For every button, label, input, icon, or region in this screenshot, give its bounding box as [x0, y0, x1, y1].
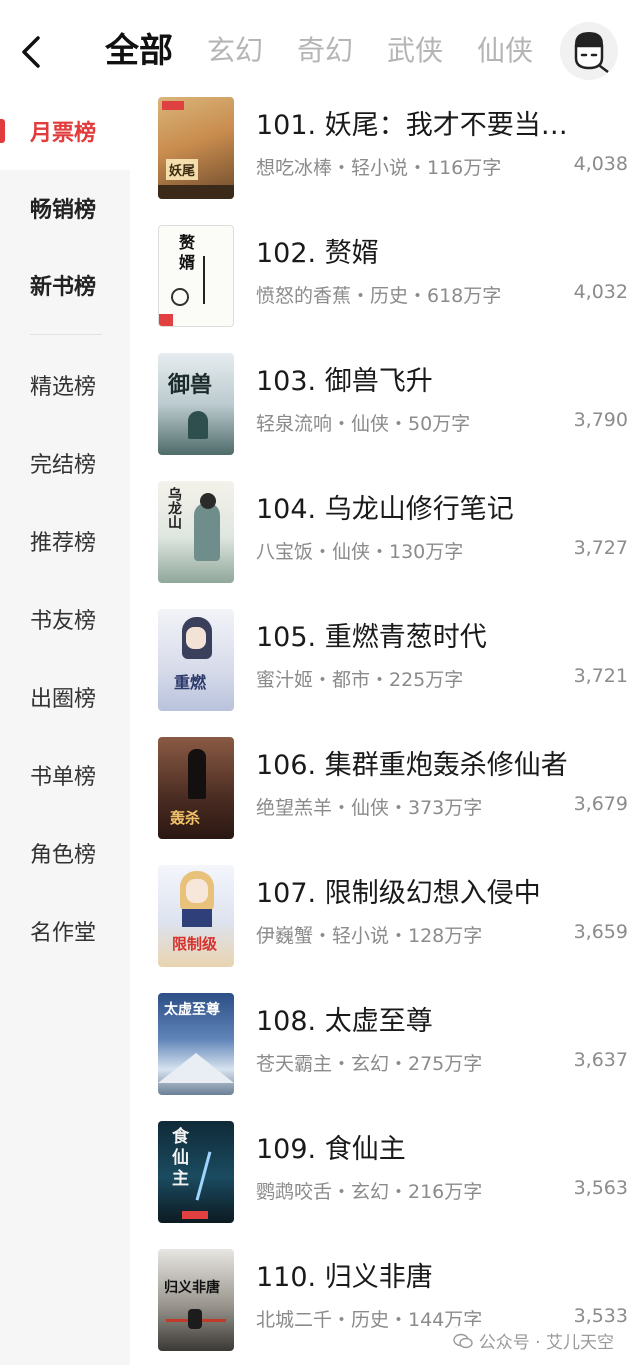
book-row[interactable]: 食仙主 109. 食仙主 鹦鹉咬舌・玄幻・216万字 3,563 [158, 1121, 628, 1225]
sidebar-item-reader-friends[interactable]: 书友榜 [0, 580, 130, 658]
book-cover[interactable]: 食仙主 [158, 1121, 234, 1223]
book-title[interactable]: 104. 乌龙山修行笔记 [256, 487, 586, 526]
book-meta: 绝望羔羊・仙侠・373万字 [256, 797, 483, 819]
book-cover[interactable]: 妖尾 [158, 97, 234, 199]
vote-count: 3,659 [573, 921, 628, 943]
book-cover[interactable]: 乌龙山 [158, 481, 234, 583]
tab-qihuan[interactable]: 奇幻 [297, 26, 353, 76]
book-meta: 蜜汁姬・都市・225万字 [256, 669, 464, 691]
vote-count: 3,721 [573, 665, 628, 687]
book-cover[interactable]: 轰杀 [158, 737, 234, 839]
book-meta: 苍天霸主・玄幻・275万字 [256, 1053, 483, 1075]
book-row[interactable]: 轰杀 106. 集群重炮轰杀修仙者 绝望羔羊・仙侠・373万字 3,679 [158, 737, 628, 841]
vote-count: 3,563 [573, 1177, 628, 1199]
sidebar-item-bestseller[interactable]: 畅销榜 [0, 169, 130, 247]
book-meta: 想吃冰棒・轻小说・116万字 [256, 157, 502, 179]
category-tabs: 全部 玄幻 奇幻 武侠 仙侠 [105, 26, 567, 76]
book-title[interactable]: 108. 太虚至尊 [256, 999, 586, 1038]
vote-count: 3,727 [573, 537, 628, 559]
book-title[interactable]: 105. 重燃青葱时代 [256, 615, 586, 654]
book-meta: 轻泉流响・仙侠・50万字 [256, 413, 471, 435]
book-meta: 八宝饭・仙侠・130万字 [256, 541, 464, 563]
book-title[interactable]: 101. 妖尾：我才不要当… [256, 103, 586, 142]
book-cover[interactable]: 归义非唐 [158, 1249, 234, 1351]
tab-wuxia[interactable]: 武侠 [387, 26, 443, 76]
book-row[interactable]: 妖尾 101. 妖尾：我才不要当… 想吃冰棒・轻小说・116万字 4,038 [158, 97, 628, 201]
tab-xianxia[interactable]: 仙侠 [477, 26, 533, 76]
sidebar-item-completed[interactable]: 完结榜 [0, 424, 130, 502]
vote-count: 3,637 [573, 1049, 628, 1071]
sidebar-item-featured[interactable]: 精选榜 [0, 346, 130, 424]
book-meta: 愤怒的香蕉・历史・618万字 [256, 285, 502, 307]
book-row[interactable]: 太虚至尊 108. 太虚至尊 苍天霸主・玄幻・275万字 3,637 [158, 993, 628, 1097]
sidebar-item-recommended[interactable]: 推荐榜 [0, 502, 130, 580]
tab-all[interactable]: 全部 [105, 26, 173, 76]
top-bar: 全部 玄幻 奇幻 武侠 仙侠 [0, 0, 640, 100]
tab-xuanhuan[interactable]: 玄幻 [207, 26, 263, 76]
book-row[interactable]: 限制级 107. 限制级幻想入侵中 伊巍蟹・轻小说・128万字 3,659 [158, 865, 628, 969]
user-avatar-icon[interactable] [560, 22, 618, 80]
book-cover[interactable]: 重燃 [158, 609, 234, 711]
vote-count: 3,790 [573, 409, 628, 431]
sidebar-item-monthly-ticket[interactable]: 月票榜 [0, 92, 130, 170]
book-row[interactable]: 重燃 105. 重燃青葱时代 蜜汁姬・都市・225万字 3,721 [158, 609, 628, 713]
book-title[interactable]: 102. 赘婿 [256, 231, 586, 270]
book-row[interactable]: 赘婿 102. 赘婿 愤怒的香蕉・历史・618万字 4,032 [158, 225, 628, 329]
watermark: 公众号 · 艾儿天空 [448, 1326, 618, 1355]
book-title[interactable]: 107. 限制级幻想入侵中 [256, 871, 586, 910]
ranking-sidebar: 月票榜 畅销榜 新书榜 精选榜 完结榜 推荐榜 书友榜 出圈榜 书单榜 角色榜 … [0, 92, 130, 1365]
book-meta: 伊巍蟹・轻小说・128万字 [256, 925, 483, 947]
book-title[interactable]: 109. 食仙主 [256, 1127, 586, 1166]
vote-count: 4,032 [573, 281, 628, 303]
vote-count: 3,533 [573, 1305, 628, 1327]
sidebar-item-new-books[interactable]: 新书榜 [0, 246, 130, 324]
book-cover[interactable]: 御兽 [158, 353, 234, 455]
book-cover[interactable]: 限制级 [158, 865, 234, 967]
book-cover[interactable]: 赘婿 [158, 225, 234, 327]
watermark-text: 公众号 · 艾儿天空 [478, 1333, 614, 1353]
book-cover[interactable]: 太虚至尊 [158, 993, 234, 1095]
book-title[interactable]: 106. 集群重炮轰杀修仙者 [256, 743, 586, 782]
vote-count: 3,679 [573, 793, 628, 815]
wechat-icon [453, 1333, 473, 1348]
sidebar-item-booklist[interactable]: 书单榜 [0, 736, 130, 814]
book-title[interactable]: 110. 归义非唐 [256, 1255, 586, 1294]
sidebar-item-breakout[interactable]: 出圈榜 [0, 658, 130, 736]
sidebar-item-characters[interactable]: 角色榜 [0, 814, 130, 892]
book-title[interactable]: 103. 御兽飞升 [256, 359, 586, 398]
vote-count: 4,038 [573, 153, 628, 175]
book-row[interactable]: 御兽 103. 御兽飞升 轻泉流响・仙侠・50万字 3,790 [158, 353, 628, 457]
book-row[interactable]: 乌龙山 104. 乌龙山修行笔记 八宝饭・仙侠・130万字 3,727 [158, 481, 628, 585]
sidebar-item-hall-of-fame[interactable]: 名作堂 [0, 892, 130, 970]
book-meta: 鹦鹉咬舌・玄幻・216万字 [256, 1181, 483, 1203]
chevron-left-icon[interactable] [14, 32, 50, 72]
sidebar-divider [30, 334, 102, 335]
